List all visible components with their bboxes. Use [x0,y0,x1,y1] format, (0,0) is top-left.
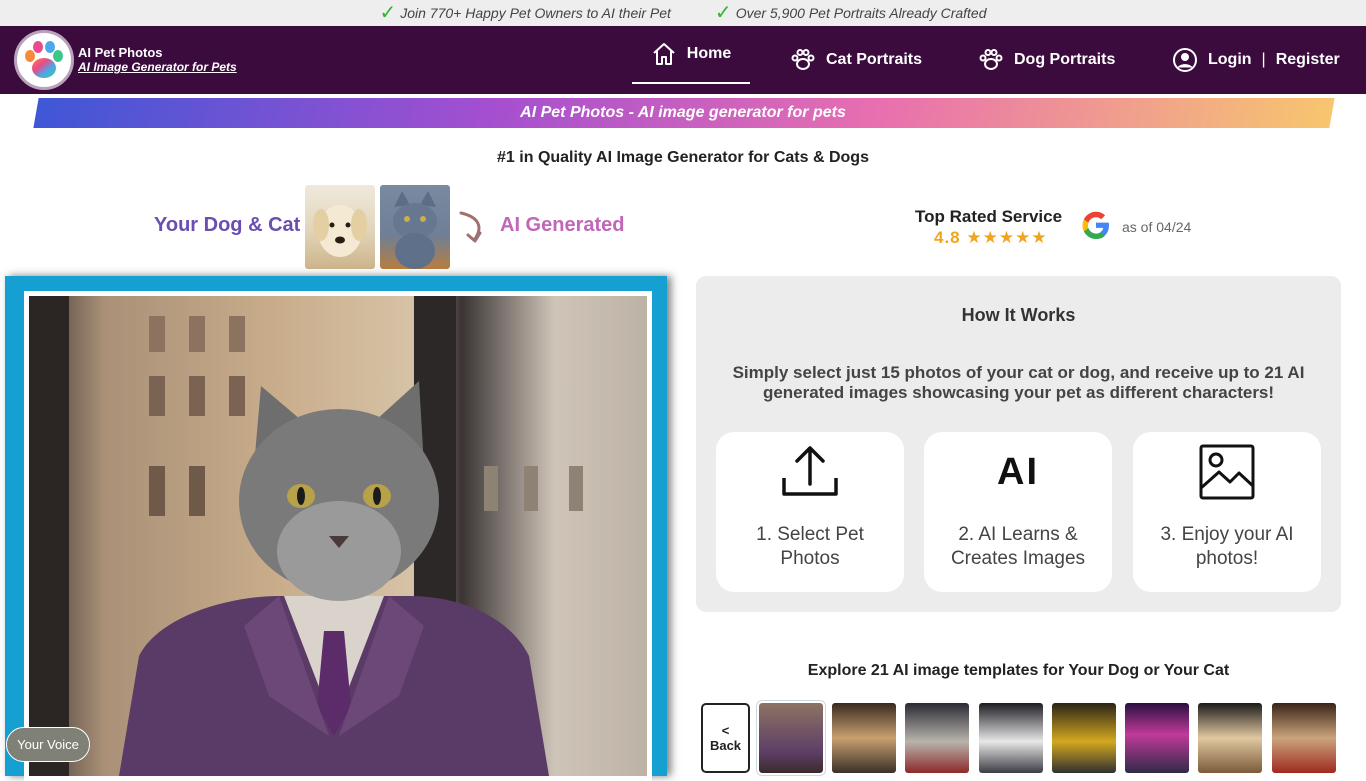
user-circle-icon [1173,48,1197,72]
template-thumbnail[interactable] [1125,703,1189,773]
brand-tagline[interactable]: AI Image Generator for Pets [78,60,237,74]
checkmark-icon: ✓ [714,2,732,24]
back-arrow-icon: < [721,723,730,738]
paw-logo-icon[interactable] [14,30,74,90]
step-enjoy-photos: 3. Enjoy your AI photos! [1133,432,1321,592]
back-label: Back [709,738,742,753]
brand-name[interactable]: AI Pet Photos [78,45,163,60]
step-label: 2. AI Learns & Creates Images [950,524,1086,569]
login-separator: | [1261,51,1266,68]
home-icon [653,43,675,65]
nav-home-label: Home [686,45,732,62]
star-rating-icon: ★★★★★ [966,228,1048,247]
rating-date: as of 04/24 [1122,219,1192,235]
how-it-works-description: Simply select just 15 photos of your cat… [732,363,1305,402]
ai-generated-label: AI Generated [500,214,625,236]
google-logo-icon [1082,211,1109,239]
your-voice-button[interactable]: Your Voice [6,727,90,762]
nav-cat-label: Cat Portraits [826,51,923,68]
login-link[interactable]: Login [1208,51,1252,69]
curved-arrow-icon [459,211,482,243]
portrait-frame [5,276,667,781]
rating-title: Top Rated Service [915,207,1063,226]
nav-login-register[interactable]: Login | Register [1172,26,1340,94]
register-link[interactable]: Register [1276,51,1340,69]
nav-cat-portraits[interactable]: Cat Portraits [790,26,922,94]
announce-text: Join 770+ Happy Pet Owners to AI their P… [400,5,671,21]
template-thumbnail[interactable] [1198,703,1262,773]
banner-text: AI Pet Photos - AI image generator for p… [520,104,846,121]
page-headline: #1 in Quality AI Image Generator for Cat… [497,149,869,166]
template-thumbnail[interactable] [1272,703,1336,773]
main-navbar: AI Pet Photos AI Image Generator for Pet… [0,26,1366,94]
portrait-mat [24,291,652,781]
step-select-photos: 1. Select Pet Photos [716,432,904,592]
ai-icon: AI [997,451,1039,493]
nav-home[interactable]: Home [632,26,750,84]
template-thumbnail[interactable] [1052,703,1116,773]
template-thumbnail[interactable] [832,703,896,773]
rating-score: 4.8 ★★★★★ [934,228,1048,248]
template-thumbnail[interactable] [757,701,825,775]
checkmark-icon: ✓ [379,2,397,24]
paw-icon [979,49,1003,70]
template-thumbnail[interactable] [905,703,969,773]
explore-templates-title: Explore 21 AI image templates for Your D… [807,662,1230,679]
cat-in-suit-portrait [29,296,647,776]
image-icon [1199,444,1255,500]
upload-icon [782,446,838,496]
how-it-works-title: How It Works [961,305,1076,325]
your-pets-label: Your Dog & Cat [154,214,301,236]
announce-text: Over 5,900 Pet Portraits Already Crafted [735,5,987,21]
step-label: 1. Select Pet Photos [756,524,864,569]
step-ai-learns: AI 2. AI Learns & Creates Images [924,432,1112,592]
paw-icon [791,49,815,70]
templates-back-button[interactable]: < Back [701,703,750,773]
step-label: 3. Enjoy your AI photos! [1160,524,1294,569]
announce-item-owners: ✓ Join 770+ Happy Pet Owners to AI their… [379,3,670,23]
dog-sample-photo [305,185,375,269]
nav-dog-portraits[interactable]: Dog Portraits [978,26,1115,94]
how-it-works-panel: How It Works Simply select just 15 photo… [696,276,1341,612]
template-thumbnail[interactable] [979,703,1043,773]
announce-item-portraits: ✓ Over 5,900 Pet Portraits Already Craft… [715,3,987,23]
cat-sample-photo [380,185,450,269]
nav-dog-label: Dog Portraits [1014,51,1116,68]
rating-value: 4.8 [934,228,961,247]
announcement-bar: ✓ Join 770+ Happy Pet Owners to AI their… [0,0,1366,26]
